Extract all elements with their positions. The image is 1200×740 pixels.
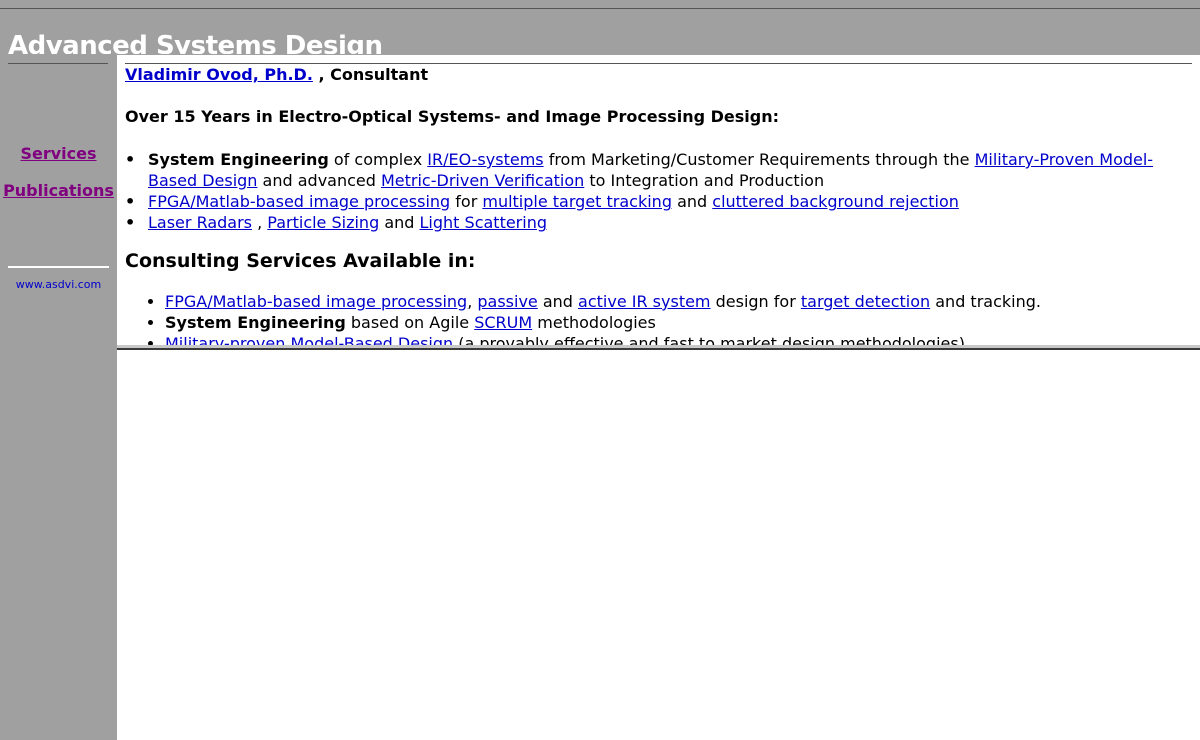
laser-radars-link[interactable]: Laser Radars (148, 213, 252, 232)
nav-services-link[interactable]: Services (0, 144, 117, 163)
experience-subheading: Over 15 Years in Electro-Optical Systems… (125, 107, 779, 126)
author-role: , Consultant (312, 65, 429, 84)
multiple-target-tracking-link[interactable]: multiple target tracking (482, 192, 672, 211)
services-title: Consulting Services Available in: (125, 250, 476, 272)
text: , (252, 213, 268, 232)
list-item: Laser Radars , Particle Sizing and Light… (125, 212, 1187, 233)
target-detection-link[interactable]: target detection (801, 292, 930, 311)
author-link[interactable]: Vladimir Ovod, Ph.D. (125, 65, 313, 84)
list-item: Military-proven Model-Based Design (a pr… (165, 333, 1187, 345)
nav-publications-link[interactable]: Publications (0, 181, 117, 200)
text: methodologies (532, 313, 656, 332)
sidebar-rule (8, 63, 108, 64)
cluttered-background-link[interactable]: cluttered background rejection (712, 192, 959, 211)
author-line: Vladimir Ovod, Ph.D. , Consultant (125, 65, 1187, 85)
passive-link[interactable]: passive (477, 292, 537, 311)
ir-eo-systems-link[interactable]: IR/EO-systems (427, 150, 543, 169)
list-item: FPGA/Matlab-based image processing, pass… (165, 291, 1187, 312)
lead-text: System Engineering (165, 313, 346, 332)
text: of complex (328, 150, 428, 169)
metric-driven-verification-link[interactable]: Metric-Driven Verification (381, 171, 584, 190)
text: design for (710, 292, 801, 311)
military-model-based-link[interactable]: Military-proven Model-Based Design (165, 334, 453, 345)
fpga-image-processing-link[interactable]: FPGA/Matlab-based image processing (148, 192, 450, 211)
lead-text: System Engineering (148, 150, 329, 169)
experience-list: System Engineering of complex IR/EO-syst… (125, 149, 1187, 233)
lower-frame (117, 350, 1200, 740)
content-frame[interactable]: Vladimir Ovod, Ph.D. , Consultant Over 1… (117, 55, 1200, 345)
light-scattering-link[interactable]: Light Scattering (420, 213, 547, 232)
services-list: FPGA/Matlab-based image processing, pass… (125, 291, 1187, 345)
fpga-matlab-link[interactable]: FPGA/Matlab-based image processing (165, 292, 467, 311)
list-item: FPGA/Matlab-based image processing for m… (125, 191, 1187, 212)
top-rule (0, 8, 1200, 9)
text: and tracking. (930, 292, 1041, 311)
text: and (537, 292, 579, 311)
active-ir-system-link[interactable]: active IR system (578, 292, 710, 311)
text: and (671, 192, 713, 211)
particle-sizing-link[interactable]: Particle Sizing (267, 213, 379, 232)
text: and (379, 213, 420, 232)
text: to Integration and Production (584, 171, 825, 190)
text: (a provably effective and fast to market… (453, 334, 965, 345)
list-item: System Engineering based on Agile SCRUM … (165, 312, 1187, 333)
site-url-link[interactable]: www.asdvi.com (0, 278, 117, 291)
sidebar-divider (8, 266, 109, 268)
site-title: Advanced Systems Design (8, 31, 383, 54)
scrum-link[interactable]: SCRUM (474, 313, 532, 332)
text: and advanced (257, 171, 381, 190)
text: based on Agile (345, 313, 475, 332)
content-rule (125, 63, 1192, 64)
content-body: Vladimir Ovod, Ph.D. , Consultant Over 1… (125, 65, 1187, 345)
list-item: System Engineering of complex IR/EO-syst… (125, 149, 1187, 191)
text: , (467, 292, 478, 311)
text: for (450, 192, 483, 211)
text: from Marketing/Customer Requirements thr… (543, 150, 975, 169)
